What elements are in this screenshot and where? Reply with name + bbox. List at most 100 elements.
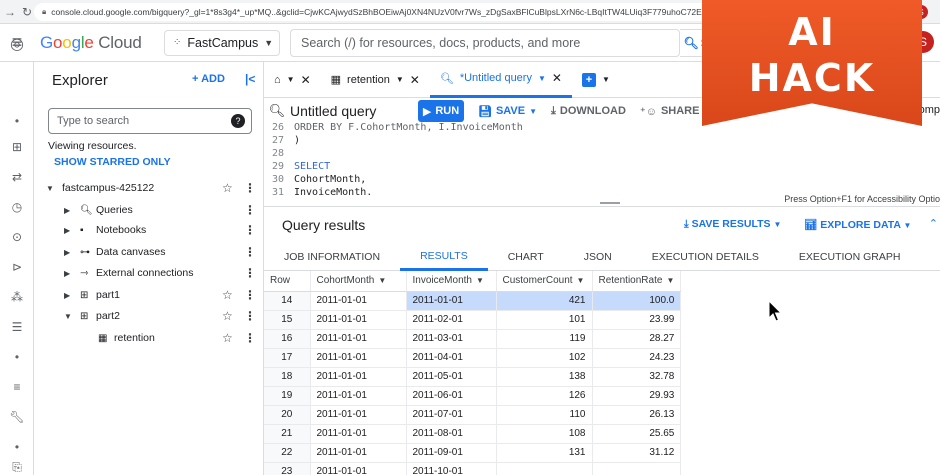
table-cell[interactable] xyxy=(592,462,682,475)
column-header-row[interactable]: Row xyxy=(264,271,311,292)
table-cell[interactable]: 2011-01-01 xyxy=(310,329,407,349)
table-cell[interactable]: 22 xyxy=(264,443,311,463)
table-row[interactable]: 15 2011-01-01 2011-02-01 101 23.99 xyxy=(264,310,682,330)
save-button[interactable]: 💾︎ SAVE ▼ xyxy=(478,105,537,118)
tab-execution-graph[interactable]: EXECUTION GRAPH xyxy=(779,243,921,271)
star-icon[interactable]: ☆ xyxy=(222,288,233,302)
more-icon[interactable]: ⋮ xyxy=(244,203,256,217)
table-cell[interactable]: 102 xyxy=(496,348,593,368)
more-icon[interactable]: ⋮ xyxy=(244,266,256,280)
expand-icon[interactable]: ⌃ xyxy=(929,217,938,230)
analytics-icon[interactable]: ⊙ xyxy=(0,230,34,244)
download-button[interactable]: ⤓ DOWNLOAD xyxy=(551,105,626,118)
table-cell[interactable]: 110 xyxy=(496,405,593,425)
more-icon[interactable]: ⋮ xyxy=(244,181,256,195)
sql-editor[interactable]: 26 ORDER BY F.CohortMonth, I.InvoiceMonth… xyxy=(264,122,940,204)
table-cell[interactable]: 23.99 xyxy=(592,310,682,330)
tree-item-part2[interactable]: ▼ ⊞ part2 ☆ ⋮ xyxy=(34,306,264,326)
explorer-search-input[interactable]: Type to search ? xyxy=(48,108,252,134)
table-cell[interactable]: 2011-03-01 xyxy=(406,329,497,349)
table-cell[interactable]: 32.78 xyxy=(592,367,682,387)
tree-item-project[interactable]: ▼ fastcampus-425122 ☆ ⋮ xyxy=(34,178,264,198)
table-cell[interactable]: 108 xyxy=(496,424,593,444)
project-selector[interactable]: ⁘ FastCampus ▼ xyxy=(164,29,280,56)
table-cell[interactable]: 24.23 xyxy=(592,348,682,368)
tab-results[interactable]: RESULTS xyxy=(400,243,488,271)
table-row[interactable]: 14 2011-01-01 2011-01-01 421 100.0 xyxy=(264,291,682,311)
run-button[interactable]: ▶ RUN xyxy=(418,100,464,122)
table-cell[interactable]: 14 xyxy=(264,291,311,311)
column-header-cohortmonth[interactable]: CohortMonth ▼ xyxy=(310,271,407,292)
table-cell[interactable]: 2011-05-01 xyxy=(406,367,497,387)
table-cell[interactable]: 2011-01-01 xyxy=(310,405,407,425)
star-icon[interactable]: ☆ xyxy=(222,181,233,195)
reload-icon[interactable]: ↻ xyxy=(22,5,32,19)
table-cell[interactable]: 16 xyxy=(264,329,311,349)
star-icon[interactable]: ☆ xyxy=(222,309,233,323)
table-cell[interactable]: 17 xyxy=(264,348,311,368)
tree-item-external-connections[interactable]: ▶ ⇾ External connections ⋮ xyxy=(34,263,264,283)
column-header-retentionrate[interactable]: RetentionRate ▼ xyxy=(592,271,682,292)
resize-handle[interactable] xyxy=(600,202,620,204)
table-cell[interactable]: 138 xyxy=(496,367,593,387)
close-icon[interactable]: ✕ xyxy=(552,71,562,85)
table-cell[interactable]: 2011-01-01 xyxy=(310,462,407,475)
table-row[interactable]: 18 2011-01-01 2011-05-01 138 32.78 xyxy=(264,367,682,387)
column-header-customercount[interactable]: CustomerCount ▼ xyxy=(496,271,593,292)
table-cell[interactable] xyxy=(496,462,593,475)
table-cell[interactable]: 21 xyxy=(264,424,311,444)
caret-down-icon[interactable]: ▼ xyxy=(666,276,674,285)
table-cell[interactable]: 2011-04-01 xyxy=(406,348,497,368)
add-button[interactable]: + ADD xyxy=(192,73,225,85)
dot-icon[interactable]: • xyxy=(0,350,34,364)
table-cell[interactable]: 2011-10-01 xyxy=(406,462,497,475)
table-row[interactable]: 21 2011-01-01 2011-08-01 108 25.65 xyxy=(264,424,682,444)
list-icon[interactable]: ☰ xyxy=(0,320,34,334)
table-row[interactable]: 16 2011-01-01 2011-03-01 119 28.27 xyxy=(264,329,682,349)
caret-down-icon[interactable]: ▼ xyxy=(577,276,585,285)
table-cell[interactable]: 2011-01-01 xyxy=(310,367,407,387)
table-cell[interactable]: 28.27 xyxy=(592,329,682,349)
more-icon[interactable]: ⋮ xyxy=(244,245,256,259)
table-row[interactable]: 22 2011-01-01 2011-09-01 131 31.12 xyxy=(264,443,682,463)
table-cell[interactable]: 421 xyxy=(496,291,593,311)
google-cloud-logo[interactable]: Google Cloud xyxy=(40,33,150,53)
transfers-icon[interactable]: ⊳ xyxy=(0,260,34,274)
table-cell[interactable]: 2011-01-01 xyxy=(310,386,407,406)
history-icon[interactable]: ◷ xyxy=(0,200,34,214)
tab-home[interactable]: ⌂ ▼ ✕ xyxy=(264,62,321,98)
column-header-invoicemonth[interactable]: InvoiceMonth ▼ xyxy=(406,271,497,292)
table-cell[interactable]: 2011-01-01 xyxy=(310,348,407,368)
caret-down-icon[interactable]: ▼ xyxy=(476,276,484,285)
help-icon[interactable]: ? xyxy=(231,114,245,128)
more-icon[interactable]: ⋮ xyxy=(244,288,256,302)
table-cell[interactable]: 23 xyxy=(264,462,311,475)
explore-data-button[interactable]: 📊︎ EXPLORE DATA ▼ xyxy=(804,218,911,231)
tree-item-queries[interactable]: ▶ 🔍︎ Queries ⋮ xyxy=(34,200,264,220)
tree-item-part1[interactable]: ▶ ⊞ part1 ☆ ⋮ xyxy=(34,285,264,305)
forward-icon[interactable]: → xyxy=(4,5,16,19)
wrench-icon[interactable]: 🔧︎ xyxy=(0,410,34,424)
query-title[interactable]: Untitled query xyxy=(290,103,418,119)
table-cell[interactable]: 2011-01-01 xyxy=(310,310,407,330)
tab-job-information[interactable]: JOB INFORMATION xyxy=(264,243,400,271)
caret-down-icon[interactable]: ▼ xyxy=(64,312,76,321)
table-row[interactable]: 20 2011-01-01 2011-07-01 110 26.13 xyxy=(264,405,682,425)
tab-retention[interactable]: ▦ retention ▼ ✕ xyxy=(321,62,430,98)
table-cell[interactable]: 2011-08-01 xyxy=(406,424,497,444)
graph-icon[interactable]: ⁂ xyxy=(0,290,34,304)
more-icon[interactable]: ⋮ xyxy=(244,331,256,345)
table-cell[interactable]: 2011-02-01 xyxy=(406,310,497,330)
close-icon[interactable]: ✕ xyxy=(410,73,420,87)
table-cell[interactable]: 2011-06-01 xyxy=(406,386,497,406)
dot-icon[interactable]: • xyxy=(0,440,34,454)
table-cell[interactable]: 25.65 xyxy=(592,424,682,444)
table-cell[interactable]: 2011-01-01 xyxy=(310,424,407,444)
table-cell[interactable]: 31.12 xyxy=(592,443,682,463)
table-row[interactable]: 19 2011-01-01 2011-06-01 126 29.93 xyxy=(264,386,682,406)
more-icon[interactable]: ⋮ xyxy=(244,309,256,323)
show-starred-button[interactable]: SHOW STARRED ONLY xyxy=(54,156,171,168)
pipelines-icon[interactable]: ⇄ xyxy=(0,170,34,184)
caret-right-icon[interactable]: ▶ xyxy=(64,269,76,278)
more-icon[interactable]: ⋮ xyxy=(244,223,256,237)
